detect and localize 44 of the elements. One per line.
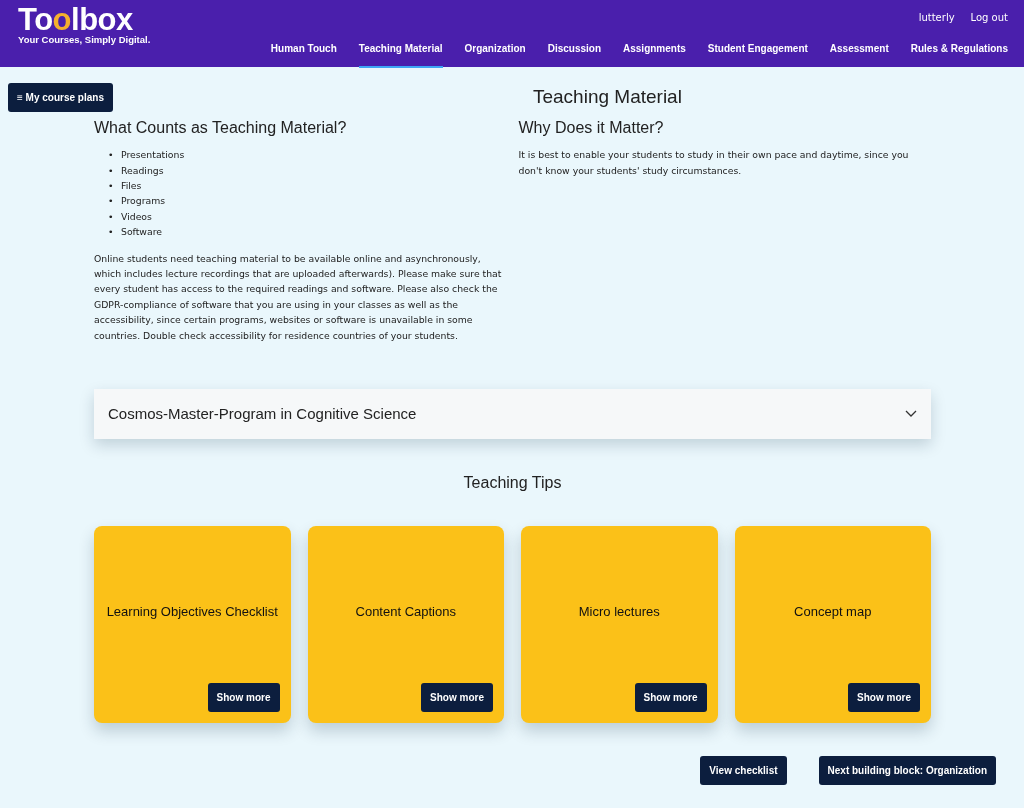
menu-button[interactable]: ≡ My course plans xyxy=(8,83,113,112)
logo[interactable]: Toolbox xyxy=(18,6,133,34)
list-item: Programs xyxy=(121,194,166,209)
logout-link[interactable]: Log out xyxy=(970,10,1008,25)
list-item: Presentations xyxy=(121,148,185,163)
list-bullet: • xyxy=(108,148,115,163)
nav-tab[interactable]: Rules & Regulations xyxy=(910,33,1008,68)
section-heading: What Counts as Teaching Material? xyxy=(94,118,348,138)
page-title: Teaching Material xyxy=(533,86,682,109)
paragraph: Online students need teaching material to be available online and asynchronously, which includes lecture recordings that are uploaded afterwards). Please make sure that every student has access to the required readings and software. Please also check the GDPR-compliance of software that you are using in your classes as well as the accessibility, since certain programs, websites or software is unavailable in some countries. Double check accessibility for residence countries of your students. xyxy=(94,251,502,343)
list-item: Readings xyxy=(121,163,164,178)
nav-tab[interactable]: Discussion xyxy=(547,33,601,68)
next-block-button[interactable]: Next building block: Organization xyxy=(818,756,996,786)
nav-tab[interactable]: Assessment xyxy=(829,33,889,68)
list-item: Software xyxy=(121,225,162,240)
nav-tab[interactable]: Student Engagement xyxy=(707,33,808,68)
list-bullet: • xyxy=(108,179,115,193)
section-heading: Why Does it Matter? xyxy=(518,118,665,138)
card-title: Concept map xyxy=(794,603,872,621)
nav-tab[interactable]: Human Touch xyxy=(270,33,337,68)
show-more-button[interactable]: Show more xyxy=(634,683,707,713)
show-more-button[interactable]: Show more xyxy=(207,683,280,713)
nav-tab[interactable]: Teaching Material xyxy=(358,33,443,68)
card-title: Learning Objectives Checklist xyxy=(106,603,278,621)
list-bullet: • xyxy=(108,209,115,224)
section-heading: Teaching Tips xyxy=(462,473,563,493)
list-item: Videos xyxy=(121,209,152,224)
show-more-button[interactable]: Show more xyxy=(421,683,493,713)
show-more-button[interactable]: Show more xyxy=(848,683,920,713)
view-checklist-button[interactable]: View checklist xyxy=(700,756,787,786)
list-bullet: • xyxy=(108,194,115,209)
username-link[interactable]: lutterly xyxy=(918,10,955,25)
card-title: Micro lectures xyxy=(578,603,660,621)
list-item: Files xyxy=(121,179,142,193)
paragraph: It is best to enable your students to study in their own pace and daytime, since you don't know your students' study circumstances. xyxy=(518,148,910,178)
chevron-down-icon xyxy=(905,410,917,419)
accordion-title: Cosmos-Master-Program in Cognitive Science xyxy=(108,403,417,424)
card-title: Content Captions xyxy=(355,603,456,621)
list-bullet: • xyxy=(108,225,115,240)
nav-tab[interactable]: Organization xyxy=(464,33,526,68)
accordion-header[interactable]: Cosmos-Master-Program in Cognitive Science xyxy=(94,389,931,440)
tagline: Your Courses, Simply Digital. xyxy=(18,34,151,45)
list-bullet: • xyxy=(108,163,115,178)
nav-tab[interactable]: Assignments xyxy=(623,33,686,68)
